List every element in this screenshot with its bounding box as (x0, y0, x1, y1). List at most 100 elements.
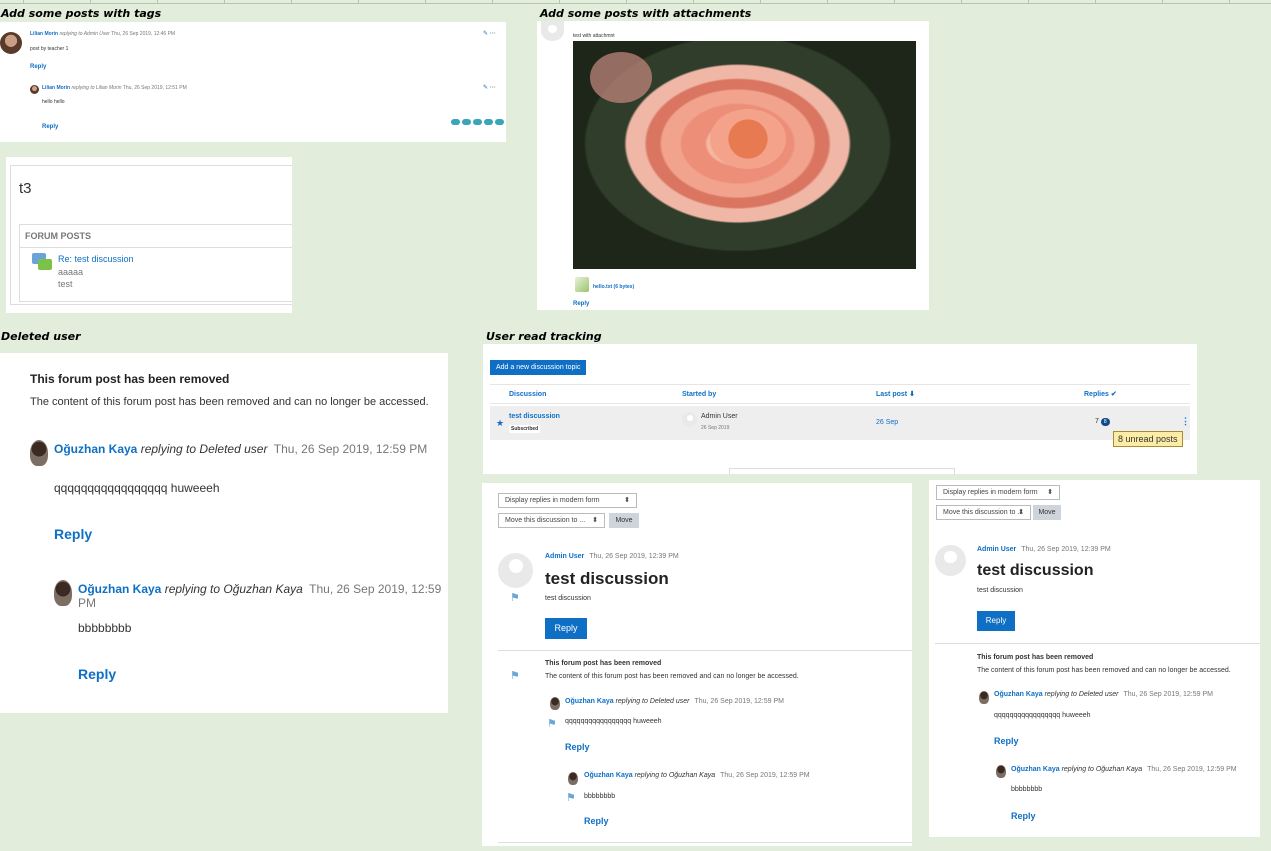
post-body: bbbbbbbb (584, 793, 616, 800)
reply-link[interactable]: Reply (573, 301, 589, 307)
post-date: Thu, 26 Sep 2019, 12:59 PM (694, 698, 784, 705)
section-heading: FORUM POSTS (25, 231, 92, 241)
author-link[interactable]: Oğuzhan Kaya (54, 442, 137, 456)
author-link[interactable]: Oğuzhan Kaya (78, 582, 161, 596)
edit-icon[interactable]: ✎ ⋯ (483, 84, 496, 91)
replying-text: replying to Deleted user (615, 698, 690, 705)
last-post-link[interactable]: 26 Sep (876, 419, 898, 426)
replying-text: replying to Deleted user (1044, 691, 1119, 698)
post-header: Oğuzhan Kaya replying to Oğuzhan Kaya Th… (78, 582, 448, 610)
t3-card: t3 FORUM POSTS Re: test discussion aaaaa… (10, 165, 292, 305)
post-link[interactable]: Re: test discussion (58, 254, 134, 264)
chevron-icon: ⬍ (1018, 509, 1024, 516)
caption-read-tracking: User read tracking (486, 330, 602, 343)
avatar (550, 697, 560, 710)
reply-link[interactable]: Reply (42, 124, 58, 130)
reply-link[interactable]: Reply (994, 736, 1019, 746)
reply-button[interactable]: Reply (545, 618, 587, 639)
post-body: qqqqqqqqqqqqqqqqq huweeeh (54, 481, 220, 495)
add-discussion-button[interactable]: Add a new discussion topic (490, 360, 587, 375)
tag-pill[interactable] (462, 119, 471, 125)
divider (935, 643, 1260, 644)
replying-text: replying to Oğuzhan Kaya (1061, 766, 1143, 773)
more-actions-icon[interactable]: ⋮ (1181, 416, 1190, 427)
discussion-link[interactable]: test discussion (509, 413, 560, 420)
post-header: Oğuzhan Kaya replying to Deleted user Th… (994, 691, 1213, 698)
avatar (682, 412, 697, 427)
replies-count: 7 8 (1095, 418, 1110, 426)
tags-panel: Lilian Morin replying to Admin User Thu,… (0, 22, 506, 142)
flag-icon[interactable]: ⚑ (547, 717, 557, 730)
move-button[interactable]: Move (1033, 505, 1061, 520)
sort-desc-icon: ⬇ (909, 391, 915, 398)
reply-link[interactable]: Reply (1011, 811, 1036, 821)
column-last-post[interactable]: Last post ⬇ (876, 390, 915, 398)
avatar (54, 580, 72, 606)
flag-icon[interactable]: ⚑ (510, 591, 520, 604)
post-header: Lilian Morin replying to Admin User Thu,… (30, 31, 175, 37)
reply-link[interactable]: Reply (30, 64, 46, 70)
post-header: Admin User Thu, 26 Sep 2019, 12:39 PM (977, 546, 1111, 553)
move-discussion-select[interactable]: Move this discussion to ... ⬍ (498, 513, 605, 528)
page-title: t3 (19, 180, 32, 197)
display-mode-select[interactable]: Display replies in modern form ⬍ (936, 485, 1060, 500)
replying-text: replying to Oğuzhan Kaya (634, 772, 716, 779)
unread-badge[interactable]: 8 (1100, 418, 1110, 426)
removed-body: The content of this forum post has been … (30, 396, 429, 408)
post-body: hello hello (42, 99, 65, 105)
tag-pill[interactable] (451, 119, 460, 125)
avatar (541, 21, 564, 41)
unread-tooltip: 8 unread posts (1113, 431, 1183, 447)
chevron-icon: ⬍ (1047, 489, 1053, 496)
reply-link[interactable]: Reply (565, 742, 590, 752)
author-link[interactable]: Admin User (545, 553, 584, 560)
reply-link[interactable]: Reply (78, 666, 116, 682)
move-button[interactable]: Move (609, 513, 639, 528)
chevron-icon: ⬍ (592, 517, 598, 524)
author-link[interactable]: Oğuzhan Kaya (584, 772, 633, 779)
post-date: Thu, 26 Sep 2019, 12:46 PM (111, 31, 176, 37)
chevron-icon: ⬍ (624, 497, 630, 504)
author-link[interactable]: Oğuzhan Kaya (994, 691, 1043, 698)
author-link[interactable]: Admin User (977, 546, 1016, 553)
sheet-gridline (0, 0, 1271, 4)
divider (20, 247, 292, 248)
post-header: Admin User Thu, 26 Sep 2019, 12:39 PM (545, 553, 679, 560)
author-link[interactable]: Lilian Morin (30, 31, 58, 37)
reply-button[interactable]: Reply (977, 611, 1015, 631)
column-discussion[interactable]: Discussion (509, 391, 546, 398)
tag-list (449, 112, 504, 130)
tag-pill[interactable] (484, 119, 493, 125)
post-body: qqqqqqqqqqqqqqqqq huweeeh (565, 718, 662, 725)
post-body: bbbbbbbb (78, 621, 132, 635)
attachment-image[interactable] (573, 41, 916, 269)
post-snippet: aaaaa (58, 267, 84, 277)
flag-icon[interactable]: ⚑ (566, 791, 576, 804)
move-discussion-select[interactable]: Move this discussion to ... ⬍ (936, 505, 1031, 520)
tag-pill[interactable] (495, 119, 504, 125)
reply-link[interactable]: Reply (584, 816, 609, 826)
removed-body: The content of this forum post has been … (545, 673, 799, 680)
star-icon[interactable]: ★ (496, 418, 504, 429)
flag-icon[interactable]: ⚑ (510, 669, 520, 682)
post-date: Thu, 26 Sep 2019, 12:59 PM (720, 772, 810, 779)
edit-icon[interactable]: ✎ ⋯ (483, 30, 496, 37)
reply-link[interactable]: Reply (54, 526, 92, 542)
removed-title: This forum post has been removed (545, 660, 662, 667)
attachment-link[interactable]: hello.txt (6 bytes) (593, 284, 634, 290)
author-link[interactable]: Oğuzhan Kaya (565, 698, 614, 705)
column-started-by[interactable]: Started by (682, 391, 716, 398)
post-date: Thu, 26 Sep 2019, 12:51 PM (122, 85, 187, 91)
post-date: Thu, 26 Sep 2019, 12:59 PM (273, 442, 428, 456)
tag-pill[interactable] (473, 119, 482, 125)
discussion-title: test discussion (545, 569, 669, 588)
author-link[interactable]: Lilian Morin (42, 85, 70, 91)
caption-tags: Add some posts with tags (1, 7, 162, 20)
column-replies[interactable]: Replies ✔ (1084, 390, 1117, 398)
author-link[interactable]: Oğuzhan Kaya (1011, 766, 1060, 773)
table-row[interactable]: ★ test discussion Subscribed Admin User … (490, 406, 1190, 440)
replying-text: replying to Lilian Morin (71, 85, 122, 91)
display-mode-select[interactable]: Display replies in modern form ⬍ (498, 493, 637, 508)
avatar (0, 32, 22, 54)
post-body: test with attachmnt (573, 33, 615, 39)
